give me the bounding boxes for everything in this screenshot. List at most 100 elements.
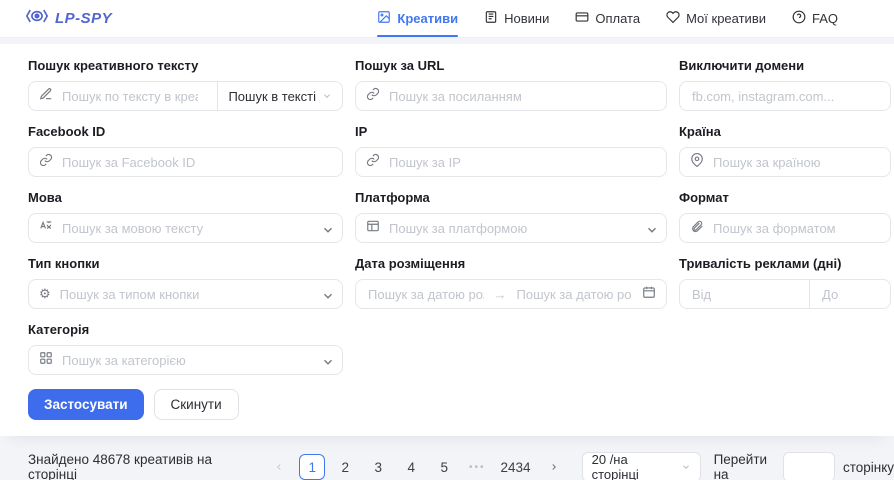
platform-select[interactable] [355,213,667,243]
brand-name: LP-SPY [55,10,112,27]
field-label: Тип кнопки [28,256,343,271]
text-search-group: Пошук в тексті [28,81,343,111]
ip-control [355,147,667,177]
facebook-id-input[interactable] [60,154,332,171]
filters-grid: Пошук креативного тексту Пошук в тексті … [28,54,894,375]
chevron-down-icon [321,355,332,366]
language-input[interactable] [60,220,314,237]
duration-to-input[interactable] [820,286,880,303]
category-select[interactable] [28,345,343,375]
field-label: Пошук креативного тексту [28,58,343,73]
duration-range [679,279,891,309]
date-start-input[interactable] [366,286,486,303]
date-end-input[interactable] [515,286,635,303]
nav-news[interactable]: Новини [484,0,549,37]
pagination-page-1[interactable]: 1 [299,454,325,480]
field-label: Платформа [355,190,667,205]
nav-label: Креативи [397,11,458,26]
link-icon [366,87,380,106]
field-label: Формат [679,190,891,205]
duration-from-input[interactable] [690,286,792,303]
field-button-type: Тип кнопки ⚙ [28,252,343,309]
chevron-down-icon [681,460,691,475]
main-nav: Креативи Новини Оплата Мої креативи [377,0,838,37]
chevron-down-icon [645,223,656,234]
language-select[interactable] [28,213,343,243]
chevron-down-icon [321,223,332,234]
category-grid-icon [39,351,53,370]
link-icon [366,153,380,172]
goto-page-input[interactable] [783,452,835,480]
field-format: Формат [679,186,891,243]
paperclip-icon [690,219,704,238]
link-icon [39,153,53,172]
field-ip: IP [355,120,667,177]
platform-window-icon [366,219,380,238]
results-summary: Знайдено 48678 креативів на сторінці [28,452,251,480]
field-category: Категорія [28,318,343,375]
pagination-page-2[interactable]: 2 [332,454,358,480]
field-text-search: Пошук креативного тексту Пошук в тексті [28,54,343,111]
nav-my-creatives[interactable]: Мої креативи [666,0,766,37]
search-mode-value: Пошук в тексті [228,89,316,104]
page-size-select[interactable]: 20 /на сторінці [582,452,701,480]
nav-faq[interactable]: FAQ [792,0,838,37]
nav-creatives[interactable]: Креативи [377,0,458,37]
app-root: LP-SPY Креативи Новини Оплата [0,0,894,480]
exclude-domains-input[interactable] [690,88,880,105]
pagination-page-last[interactable]: 2434 [497,454,533,480]
goto-page: Перейти на сторінку [714,452,894,480]
ip-input[interactable] [387,154,656,171]
field-label: Пошук за URL [355,58,667,73]
chevron-down-icon [321,289,332,300]
filter-actions: Застосувати Скинути [28,389,894,420]
page-size-value: 20 /на сторінці [592,452,673,480]
pagination-ellipsis: ••• [464,454,490,480]
results-toolbar: Знайдено 48678 креативів на сторінці 1 2… [0,452,894,480]
button-type-select[interactable]: ⚙ [28,279,343,309]
category-input[interactable] [60,352,314,369]
pagination-prev-button[interactable] [266,454,292,480]
pagination-page-5[interactable]: 5 [431,454,457,480]
chevron-down-icon [322,89,332,104]
heart-icon [666,10,680,27]
goto-suffix: сторінку [843,460,894,475]
nav-label: Мої креативи [686,11,766,26]
nav-label: Новини [504,11,549,26]
text-search-input[interactable] [60,88,200,105]
platform-input[interactable] [387,220,638,237]
reset-button[interactable]: Скинути [154,389,239,420]
apply-button[interactable]: Застосувати [28,389,144,420]
field-label: Мова [28,190,343,205]
country-control [679,147,891,177]
eye-logo-icon [26,8,48,29]
field-label: Виключити домени [679,58,891,73]
date-range-picker[interactable]: → [355,279,667,309]
brand-logo[interactable]: LP-SPY [26,8,112,29]
nav-payment[interactable]: Оплата [575,0,640,37]
credit-card-icon [575,10,589,27]
filters-panel: Пошук креативного тексту Пошук в тексті … [0,44,894,436]
format-input[interactable] [711,220,880,237]
field-label: Дата розміщення [355,256,667,271]
news-icon [484,10,498,27]
facebook-id-control [28,147,343,177]
field-facebook-id: Facebook ID [28,120,343,177]
country-input[interactable] [711,154,880,171]
field-label: Facebook ID [28,124,343,139]
pagination-next-button[interactable] [541,454,567,480]
location-pin-icon [690,153,704,172]
calendar-icon [642,285,656,304]
pagination-page-3[interactable]: 3 [365,454,391,480]
exclude-domains-control [679,81,891,111]
pagination-page-4[interactable]: 4 [398,454,424,480]
search-mode-select[interactable]: Пошук в тексті [217,82,342,110]
button-type-input[interactable] [58,286,314,303]
nav-label: FAQ [812,11,838,26]
url-input[interactable] [387,88,656,105]
field-url: Пошук за URL [355,54,667,111]
field-exclude-domains: Виключити домени [679,54,891,111]
field-country: Країна [679,120,891,177]
field-duration: Тривалість реклами (дні) [679,252,891,309]
field-label: Категорія [28,322,343,337]
